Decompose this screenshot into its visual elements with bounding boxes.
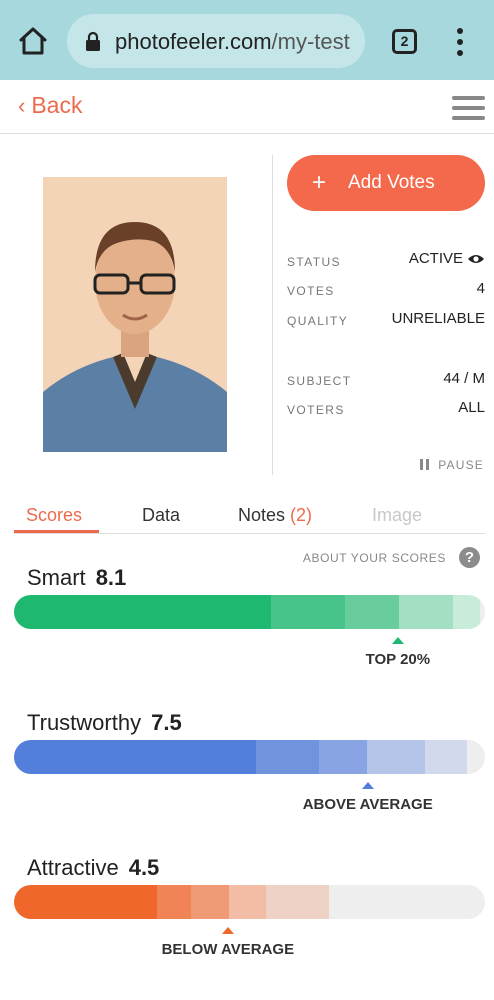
score-segment	[271, 595, 346, 629]
test-photo	[43, 177, 227, 452]
quality-label: QUALITY	[287, 314, 349, 328]
status-value: ACTIVE	[409, 250, 485, 267]
score-segment	[157, 885, 192, 919]
score-marker-attractive	[221, 927, 234, 934]
results-tabs: Scores Data Notes (2) Image	[14, 497, 485, 534]
subject-value: 44 / M	[443, 370, 485, 387]
score-rank-smart: TOP 20%	[365, 651, 431, 668]
score-name: Trustworthy	[27, 710, 142, 735]
chevron-left-icon: ‹	[18, 93, 26, 118]
pause-button[interactable]: PAUSE	[420, 458, 484, 472]
url-text: photofeeler.com/my-test	[115, 29, 350, 55]
score-value: 7.5	[151, 710, 182, 735]
score-rank-trustworthy: ABOVE AVERAGE	[302, 796, 433, 813]
score-bar-attractive	[14, 885, 485, 919]
plus-icon: +	[312, 169, 327, 196]
score-marker-smart	[391, 637, 404, 644]
pause-icon	[420, 458, 432, 472]
about-scores-link[interactable]: ABOUT YOUR SCORES	[303, 551, 446, 565]
more-options-icon[interactable]	[450, 28, 470, 56]
score-name: Attractive	[27, 855, 119, 880]
tab-image: Image	[372, 505, 423, 525]
score-title-trustworthy: Trustworthy 7.5	[27, 710, 182, 736]
score-value: 8.1	[95, 565, 127, 590]
url-path: /my-test	[271, 29, 350, 54]
url-domain: photofeeler.com	[115, 29, 272, 54]
tab-switcher-button[interactable]: 2	[392, 29, 417, 54]
help-icon[interactable]: ?	[459, 547, 480, 568]
back-label: Back	[31, 92, 83, 118]
score-marker-trustworthy	[361, 782, 374, 789]
home-icon[interactable]	[18, 26, 48, 56]
voters-label: VOTERS	[287, 403, 345, 417]
notes-count: (2)	[290, 505, 313, 525]
score-segment	[14, 595, 272, 629]
score-segment	[366, 740, 426, 774]
status-text: ACTIVE	[408, 250, 463, 267]
browser-toolbar: photofeeler.com/my-test 2	[0, 0, 494, 80]
portrait-image	[43, 177, 227, 452]
voters-value: ALL	[458, 399, 485, 416]
votes-label: VOTES	[287, 284, 335, 298]
tab-scores[interactable]: Scores	[26, 505, 82, 526]
address-bar[interactable]: photofeeler.com/my-test	[67, 14, 365, 68]
score-title-attractive: Attractive 4.5	[27, 855, 159, 881]
score-segment	[319, 740, 367, 774]
votes-value: 4	[476, 280, 485, 297]
tab-notes-label: Notes	[238, 505, 286, 525]
subject-label: SUBJECT	[287, 374, 352, 388]
score-rank-attractive: BELOW AVERAGE	[161, 941, 295, 958]
status-label: STATUS	[287, 255, 341, 269]
add-votes-button[interactable]: + Add Votes	[287, 155, 485, 211]
score-name: Smart	[27, 565, 86, 590]
score-segment	[399, 595, 454, 629]
score-segment	[345, 595, 400, 629]
tab-notes[interactable]: Notes (2)	[238, 505, 312, 526]
app-header: ‹ Back	[0, 80, 494, 134]
back-button[interactable]: ‹ Back	[18, 92, 82, 119]
score-bar-smart	[14, 595, 485, 629]
menu-icon[interactable]	[452, 96, 485, 120]
eye-icon	[468, 255, 484, 264]
score-segment	[14, 885, 158, 919]
score-segment	[256, 740, 320, 774]
score-bar-trustworthy	[14, 740, 485, 774]
tab-data[interactable]: Data	[142, 505, 180, 526]
score-segment	[14, 740, 257, 774]
score-segment	[453, 595, 481, 629]
score-segment	[228, 885, 266, 919]
score-segment	[191, 885, 229, 919]
score-segment	[265, 885, 329, 919]
vertical-divider	[272, 155, 273, 475]
score-segment	[425, 740, 468, 774]
score-title-smart: Smart 8.1	[27, 565, 126, 591]
active-tab-indicator	[14, 530, 99, 533]
add-votes-label: Add Votes	[348, 172, 435, 193]
lock-icon	[86, 31, 100, 51]
pause-label: PAUSE	[438, 458, 484, 472]
quality-value: UNRELIABLE	[391, 310, 485, 327]
score-value: 4.5	[128, 855, 160, 880]
